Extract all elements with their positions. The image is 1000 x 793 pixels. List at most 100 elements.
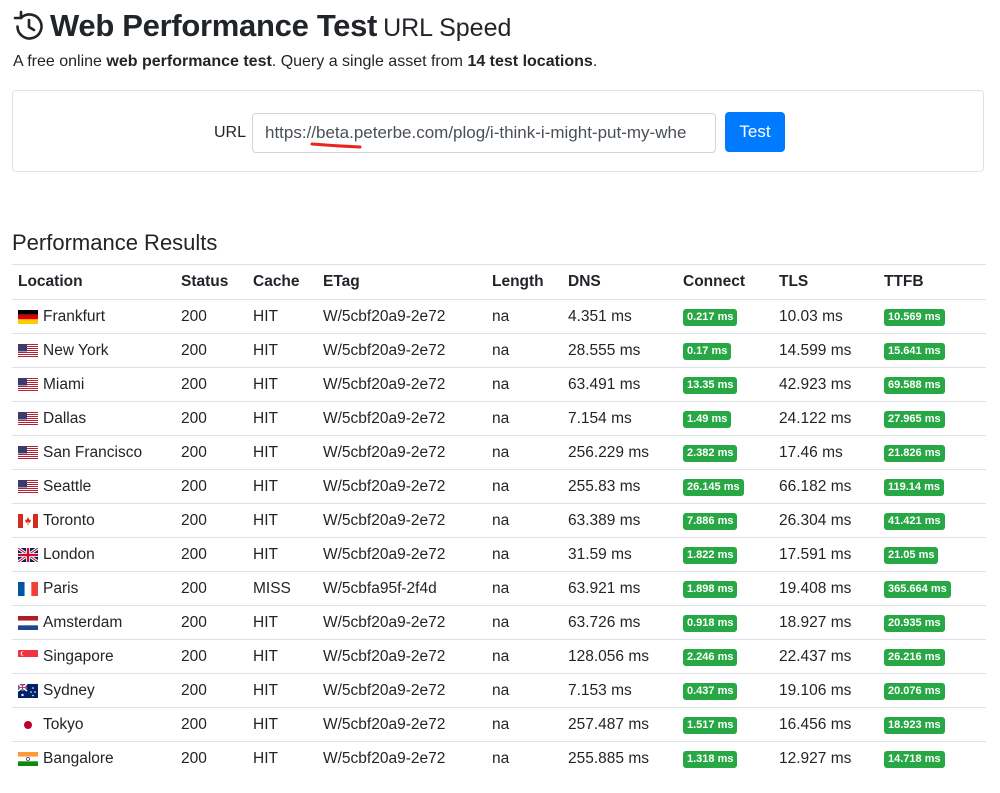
tls-cell: 18.927 ms xyxy=(773,605,878,640)
cache-cell: HIT xyxy=(247,333,317,368)
etag-cell: W/5cbf20a9-2e72 xyxy=(317,333,486,368)
url-form-card: URL Test xyxy=(12,90,984,172)
table-row: Bangalore 200 HIT W/5cbf20a9-2e72 na 255… xyxy=(12,741,986,775)
status-cell: 200 xyxy=(175,571,247,606)
ttfb-badge: 27.965 ms xyxy=(884,411,945,428)
connect-badge: 0.918 ms xyxy=(683,615,738,632)
location-cell: London xyxy=(12,537,175,572)
table-row: New York 200 HIT W/5cbf20a9-2e72 na 28.5… xyxy=(12,333,986,368)
flag-ca-icon xyxy=(18,513,38,528)
length-cell: na xyxy=(486,333,562,368)
ttfb-cell: 18.923 ms xyxy=(878,707,986,742)
table-row: London 200 HIT W/5cbf20a9-2e72 na 31.59 … xyxy=(12,537,986,572)
tls-cell: 10.03 ms xyxy=(773,299,878,334)
table-row: Toronto 200 HIT W/5cbf20a9-2e72 na 63.38… xyxy=(12,503,986,538)
etag-cell: W/5cbf20a9-2e72 xyxy=(317,673,486,708)
cache-cell: HIT xyxy=(247,469,317,504)
results-heading: Performance Results xyxy=(12,230,218,255)
cache-cell: HIT xyxy=(247,367,317,402)
status-cell: 200 xyxy=(175,741,247,775)
ttfb-badge: 15.641 ms xyxy=(884,343,945,360)
column-header-dns: DNS xyxy=(562,264,677,300)
dns-cell: 31.59 ms xyxy=(562,537,677,572)
red-underline-annotation xyxy=(310,142,362,149)
status-cell: 200 xyxy=(175,435,247,470)
location-cell: New York xyxy=(12,333,175,368)
ttfb-cell: 27.965 ms xyxy=(878,401,986,436)
connect-cell: 1.517 ms xyxy=(677,707,773,742)
ttfb-badge: 14.718 ms xyxy=(884,751,945,768)
etag-cell: W/5cbfa95f-2f4d xyxy=(317,571,486,606)
length-cell: na xyxy=(486,707,562,742)
dns-cell: 28.555 ms xyxy=(562,333,677,368)
length-cell: na xyxy=(486,401,562,436)
location-name: Singapore xyxy=(43,647,114,665)
column-header-status: Status xyxy=(175,264,247,300)
table-row: Singapore 200 HIT W/5cbf20a9-2e72 na 128… xyxy=(12,639,986,674)
connect-badge: 26.145 ms xyxy=(683,479,744,496)
connect-cell: 2.382 ms xyxy=(677,435,773,470)
flag-sg-icon xyxy=(18,649,38,664)
etag-cell: W/5cbf20a9-2e72 xyxy=(317,707,486,742)
etag-cell: W/5cbf20a9-2e72 xyxy=(317,367,486,402)
length-cell: na xyxy=(486,673,562,708)
location-name: Toronto xyxy=(43,511,95,529)
table-row: Amsterdam 200 HIT W/5cbf20a9-2e72 na 63.… xyxy=(12,605,986,640)
length-cell: na xyxy=(486,503,562,538)
tls-cell: 66.182 ms xyxy=(773,469,878,504)
connect-badge: 13.35 ms xyxy=(683,377,738,394)
table-row: Paris 200 MISS W/5cbfa95f-2f4d na 63.921… xyxy=(12,571,986,606)
connect-badge: 2.246 ms xyxy=(683,649,738,666)
connect-cell: 2.246 ms xyxy=(677,639,773,674)
connect-cell: 1.822 ms xyxy=(677,537,773,572)
ttfb-badge: 20.076 ms xyxy=(884,683,945,700)
ttfb-cell: 14.718 ms xyxy=(878,741,986,775)
location-cell: Dallas xyxy=(12,401,175,436)
ttfb-cell: 69.588 ms xyxy=(878,367,986,402)
status-cell: 200 xyxy=(175,299,247,334)
location-cell: Frankfurt xyxy=(12,299,175,334)
ttfb-badge: 21.826 ms xyxy=(884,445,945,462)
connect-badge: 1.49 ms xyxy=(683,411,732,428)
location-cell: Paris xyxy=(12,571,175,606)
ttfb-cell: 41.421 ms xyxy=(878,503,986,538)
dns-cell: 4.351 ms xyxy=(562,299,677,334)
cache-cell: HIT xyxy=(247,741,317,775)
flag-de-icon xyxy=(18,309,38,324)
flag-us-icon xyxy=(18,377,38,392)
connect-cell: 26.145 ms xyxy=(677,469,773,504)
flag-au-icon xyxy=(18,683,38,698)
ttfb-badge: 41.421 ms xyxy=(884,513,945,530)
flag-fr-icon xyxy=(18,581,38,596)
location-cell: Miami xyxy=(12,367,175,402)
flag-us-icon xyxy=(18,411,38,426)
cache-cell: HIT xyxy=(247,503,317,538)
tls-cell: 17.591 ms xyxy=(773,537,878,572)
status-cell: 200 xyxy=(175,469,247,504)
etag-cell: W/5cbf20a9-2e72 xyxy=(317,401,486,436)
location-name: London xyxy=(43,545,95,563)
tls-cell: 16.456 ms xyxy=(773,707,878,742)
location-cell: Tokyo xyxy=(12,707,175,742)
flag-us-icon xyxy=(18,343,38,358)
location-cell: Singapore xyxy=(12,639,175,674)
test-button[interactable]: Test xyxy=(725,112,785,152)
location-name: Amsterdam xyxy=(43,613,123,631)
cache-cell: HIT xyxy=(247,401,317,436)
cache-cell: MISS xyxy=(247,571,317,606)
ttfb-cell: 119.14 ms xyxy=(878,469,986,504)
length-cell: na xyxy=(486,469,562,504)
ttfb-cell: 20.076 ms xyxy=(878,673,986,708)
ttfb-cell: 15.641 ms xyxy=(878,333,986,368)
connect-badge: 7.886 ms xyxy=(683,513,738,530)
dns-cell: 256.229 ms xyxy=(562,435,677,470)
results-table: Location Status Cache ETag Length DNS Co… xyxy=(12,264,986,775)
table-header-row: Location Status Cache ETag Length DNS Co… xyxy=(12,264,986,300)
location-name: Seattle xyxy=(43,477,92,495)
ttfb-cell: 21.05 ms xyxy=(878,537,986,572)
ttfb-badge: 20.935 ms xyxy=(884,615,945,632)
url-label: URL xyxy=(214,124,247,141)
page-header: Web Performance Test URL Speed xyxy=(12,8,511,44)
location-cell: San Francisco xyxy=(12,435,175,470)
cache-cell: HIT xyxy=(247,673,317,708)
